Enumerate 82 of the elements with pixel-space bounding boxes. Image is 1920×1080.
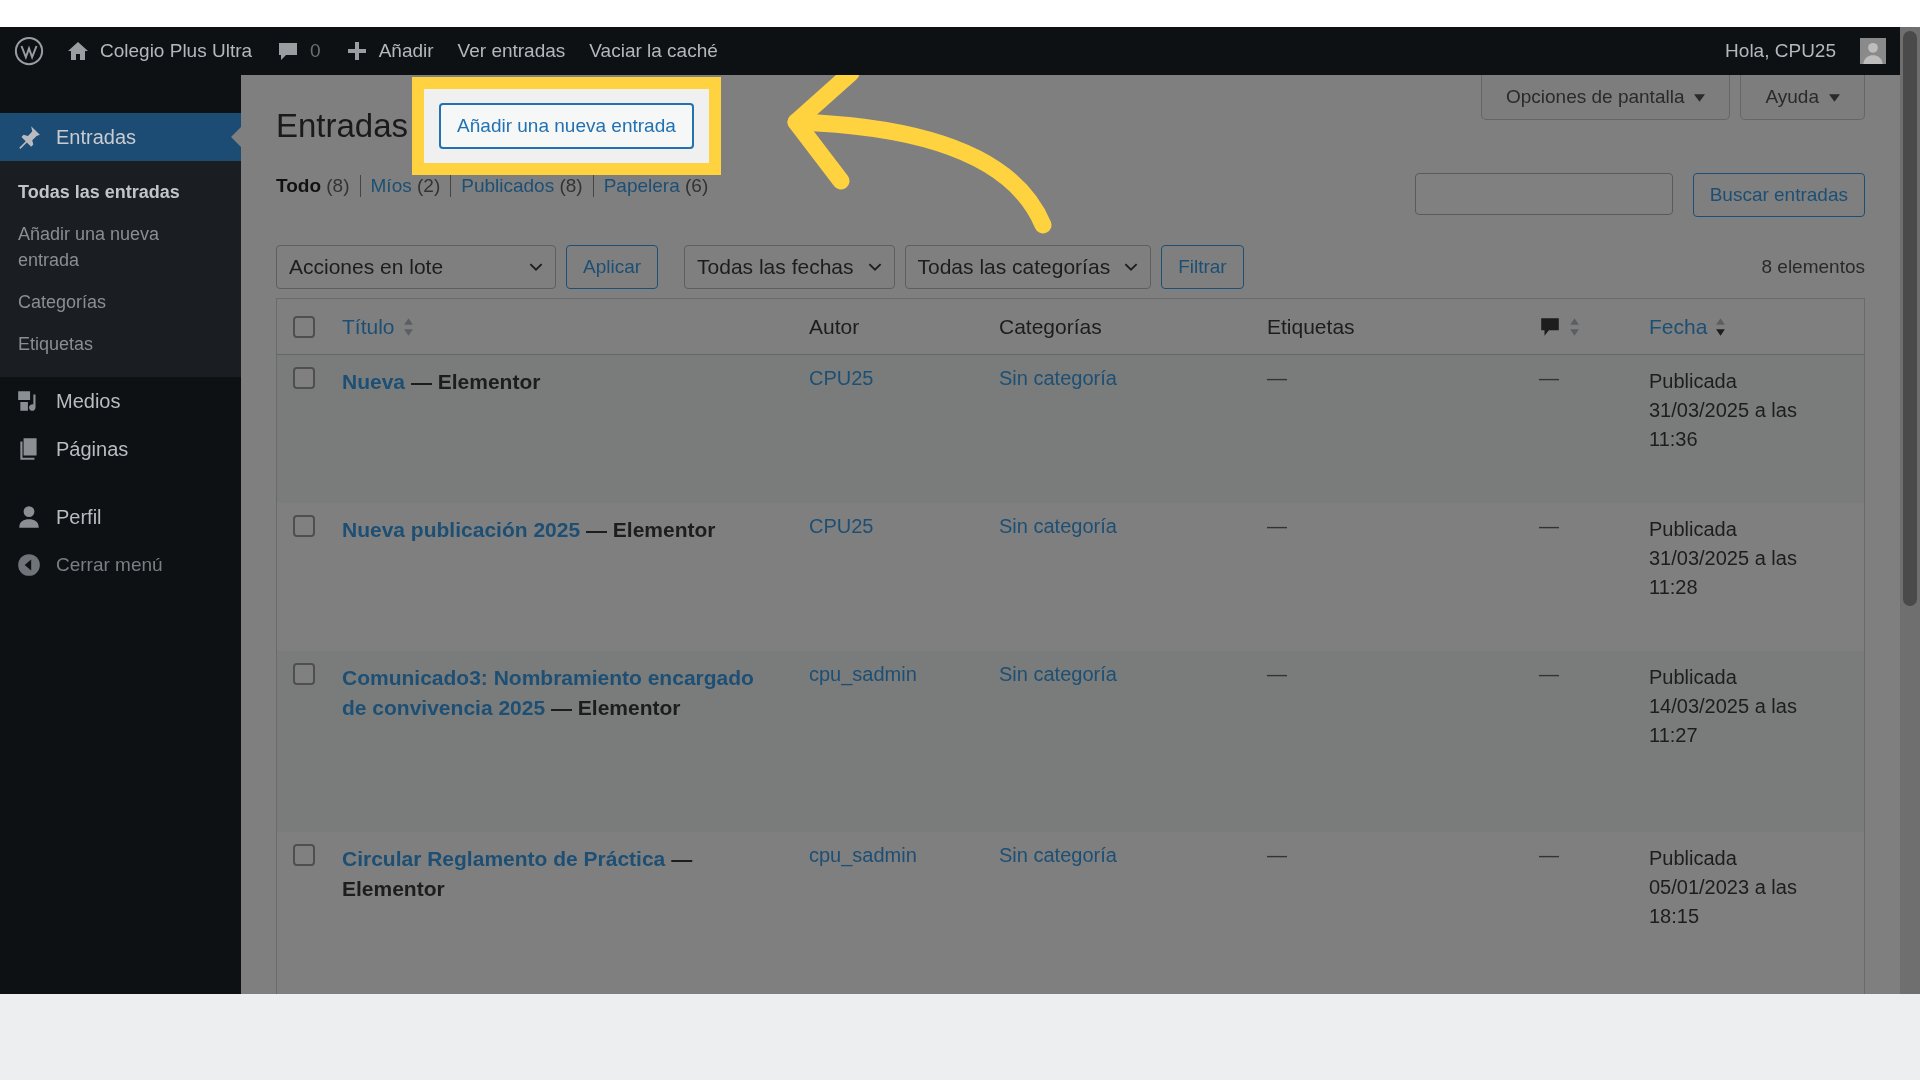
menu-item[interactable]: Perfil [0,493,241,542]
post-date: 14/03/2025 a las [1649,694,1797,719]
select-all-checkbox[interactable] [293,315,315,338]
post-time: 11:36 [1649,427,1698,452]
date-column-header[interactable]: Fecha [1649,314,1708,339]
row-checkbox[interactable] [293,663,315,685]
submenu-item[interactable]: Añadir una nueva entrada [0,213,241,282]
view-filter-link[interactable]: Publicados (8) [450,175,583,197]
view-filter-link[interactable]: Papelera (6) [592,175,709,197]
post-title[interactable]: Nueva publicación 2025 — Elementor [342,515,761,546]
post-title[interactable]: Circular Reglamento de Práctica — Elementor [342,844,761,905]
submenu-item[interactable]: Categorías [0,281,241,324]
row-checkbox[interactable] [293,844,315,866]
post-title[interactable]: Nueva — Elementor [342,367,761,398]
post-status: Publicada [1649,517,1737,542]
post-date: 31/03/2025 a las [1649,546,1797,571]
submenu-item[interactable]: Todas las entradas [0,171,241,214]
post-status: Publicada [1649,369,1737,394]
menu-item[interactable]: Páginas [0,425,241,474]
category-link[interactable]: Sin categoría [999,515,1117,537]
item-count: 8 elementos [1761,256,1865,278]
screen-options-button[interactable]: Opciones de pantalla [1480,75,1731,120]
apply-button[interactable]: Aplicar [566,245,659,289]
row-checkbox[interactable] [293,515,315,537]
scrollbar-thumb[interactable] [1903,31,1917,606]
caret-icon [1829,94,1840,102]
user-avatar-icon[interactable] [1860,38,1886,64]
wordpress-logo-icon[interactable] [14,36,44,66]
menu-item[interactable]: Medios [0,377,241,426]
comments-cell: — [1539,367,1559,389]
comment-icon [1539,315,1561,338]
post-status: Publicada [1649,665,1737,690]
admin-bar-link[interactable]: Vaciar la caché [589,40,718,62]
column-header: Etiquetas [1267,314,1355,339]
tags-cell: — [1267,844,1287,866]
post-title[interactable]: Comunicado3: Nombramiento encargado de convivencia 2025 — Elementor [342,663,761,724]
scrollbar[interactable] [1900,27,1920,994]
category-link[interactable]: Sin categoría [999,844,1117,866]
author-link[interactable]: cpu_sadmin [809,844,917,866]
date-filter-select[interactable]: Todas las fechas [684,245,895,289]
post-status: Publicada [1649,846,1737,871]
page-title: Entradas [276,107,409,145]
post-time: 11:28 [1649,575,1698,600]
search-posts-button[interactable]: Buscar entradas [1692,173,1865,217]
user-icon [16,504,42,531]
column-header: Categorías [999,314,1102,339]
view-filter-link[interactable]: Míos (2) [359,175,441,197]
home-icon[interactable] [66,39,90,63]
menu-item[interactable]: Entradas [0,113,241,161]
comment-count: 0 [310,40,321,62]
comments-cell: — [1539,844,1559,866]
column-header: Autor [809,314,860,339]
view-filter-link[interactable]: Todo (8) [276,175,350,197]
post-date: 05/01/2023 a las [1649,875,1797,900]
row-checkbox[interactable] [293,367,315,389]
comments-cell: — [1539,515,1559,537]
chevron-down-icon [1124,262,1139,272]
author-link[interactable]: CPU25 [809,515,874,537]
tags-cell: — [1267,515,1287,537]
add-new-link[interactable]: Añadir [378,40,434,62]
add-new-post-button[interactable]: Añadir una nueva entrada [439,103,694,149]
bulk-actions-select[interactable]: Acciones en lote [276,245,556,289]
help-button[interactable]: Ayuda [1740,75,1865,120]
search-field[interactable] [1414,173,1673,215]
filter-button[interactable]: Filtrar [1161,245,1244,289]
chevron-down-icon [867,262,882,272]
tags-cell: — [1267,663,1287,685]
admin-bar-link[interactable]: Ver entradas [457,40,566,62]
title-column-header[interactable]: Título [342,314,395,339]
caret-icon [1694,94,1706,102]
comments-cell: — [1539,663,1559,685]
submenu-item[interactable]: Etiquetas [0,323,241,366]
sort-icon[interactable] [1715,316,1727,337]
site-name-link[interactable]: Colegio Plus Ultra [100,40,253,62]
category-filter-select[interactable]: Todas las categorías [904,245,1152,289]
post-time: 11:27 [1649,723,1698,748]
greeting-link[interactable]: Hola, CPU25 [1725,40,1836,62]
chevron-down-icon [529,262,543,272]
tags-cell: — [1267,367,1287,389]
post-time: 18:15 [1649,904,1700,929]
post-date: 31/03/2025 a las [1649,398,1797,423]
collapse-menu-button[interactable]: Cerrar menú [0,541,241,590]
